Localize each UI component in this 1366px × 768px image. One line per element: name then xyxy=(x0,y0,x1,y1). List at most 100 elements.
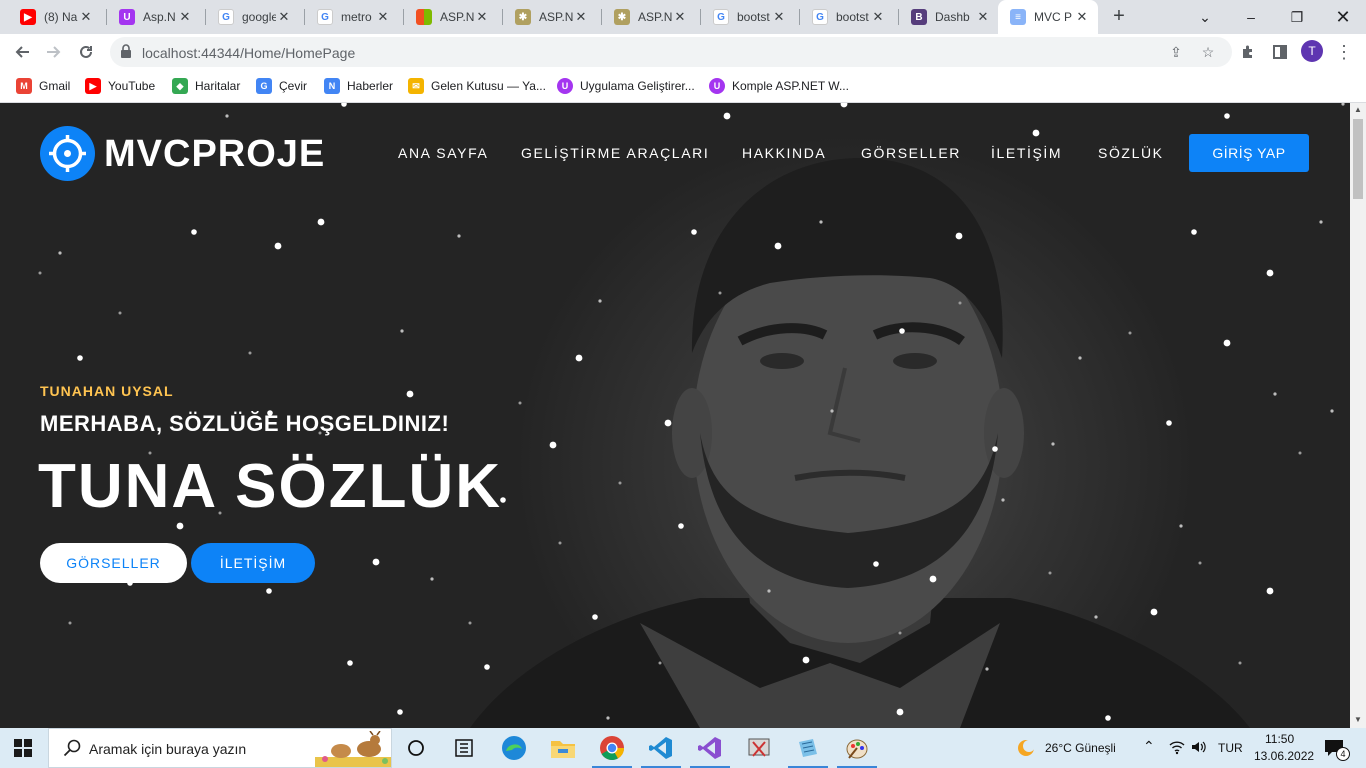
volume-speaker-icon[interactable] xyxy=(1190,739,1206,758)
lock-icon[interactable] xyxy=(120,44,134,60)
task-view-icon[interactable] xyxy=(402,734,430,762)
snow-dot xyxy=(1078,356,1082,360)
snow-dot xyxy=(176,522,184,530)
bookmark-item[interactable]: ✉ Gelen Kutusu — Ya... xyxy=(408,76,546,96)
share-icon[interactable]: ⇪ xyxy=(1166,42,1186,62)
snow-dot xyxy=(774,242,782,250)
site-logo-text[interactable]: MVCPROJE xyxy=(104,133,325,176)
address-bar[interactable]: localhost:44344/Home/HomePage ⇪ ☆ xyxy=(110,37,1232,67)
restore-button[interactable]: ❐ xyxy=(1274,0,1320,34)
paint-icon[interactable] xyxy=(837,734,877,768)
weather-sun-icon[interactable] xyxy=(1012,734,1040,762)
profile-avatar[interactable]: T xyxy=(1301,40,1323,62)
snow-dot xyxy=(191,229,197,235)
url-text[interactable]: localhost:44344/Home/HomePage xyxy=(142,45,355,61)
bookmark-item[interactable]: ◆ Haritalar xyxy=(172,76,240,96)
menu-dots-icon[interactable]: ⋮ xyxy=(1332,40,1356,64)
close-window-button[interactable]: ✕ xyxy=(1320,0,1366,34)
snow-dot xyxy=(1266,587,1274,595)
browser-tab[interactable]: ✱ ASP.N ✕ xyxy=(507,0,597,34)
side-panel-icon[interactable] xyxy=(1268,40,1292,64)
bookmark-item[interactable]: M Gmail xyxy=(16,76,70,96)
tab-close-icon[interactable]: ✕ xyxy=(474,9,490,25)
snow-dot xyxy=(898,631,902,635)
nav-home[interactable]: ANA SAYFA xyxy=(398,145,488,161)
file-explorer-icon[interactable] xyxy=(549,734,577,762)
reload-icon[interactable] xyxy=(74,40,98,64)
browser-tab[interactable]: B Dashb ✕ xyxy=(903,0,999,34)
chrome-icon[interactable] xyxy=(592,734,632,768)
windows-start-icon[interactable] xyxy=(14,739,32,757)
bookmark-item[interactable]: U Komple ASP.NET W... xyxy=(709,76,849,96)
logo-crosshair-icon[interactable] xyxy=(40,126,95,181)
bookmark-item[interactable]: U Uygulama Geliştirer... xyxy=(557,76,695,96)
tray-chevron-up-icon[interactable]: ⌃ xyxy=(1143,738,1155,755)
hero-subtitle: TUNAHAN UYSAL xyxy=(40,383,174,399)
clock-date[interactable]: 13.06.2022 xyxy=(1254,749,1314,763)
browser-tab[interactable]: Gmetro ✕ xyxy=(309,0,399,34)
tab-title: MVC P xyxy=(1034,10,1073,24)
browser-tab[interactable]: Gbootst ✕ xyxy=(804,0,894,34)
tab-close-icon[interactable]: ✕ xyxy=(975,9,991,25)
browser-tab[interactable]: Gbootst ✕ xyxy=(705,0,795,34)
gallery-button[interactable]: GÖRSELLER xyxy=(40,543,187,583)
snow-dot xyxy=(1128,331,1132,335)
snipping-tool-icon[interactable] xyxy=(745,734,773,762)
tab-close-icon[interactable]: ✕ xyxy=(276,9,292,25)
edge-browser-icon[interactable] xyxy=(500,734,528,762)
page-scrollbar[interactable]: ▲ ▼ xyxy=(1350,103,1366,728)
snow-dot xyxy=(575,354,583,362)
tab-title: bootst xyxy=(836,10,869,24)
search-placeholder: Aramak için buraya yazın xyxy=(89,741,247,757)
extensions-puzzle-icon[interactable] xyxy=(1236,40,1260,64)
widgets-icon[interactable] xyxy=(450,734,478,762)
nav-contact[interactable]: İLETİŞİM xyxy=(991,145,1062,161)
browser-tab[interactable]: Ggoogle ✕ xyxy=(210,0,300,34)
browser-tab[interactable]: ASP.N ✕ xyxy=(408,0,498,34)
contact-button[interactable]: İLETİŞİM xyxy=(191,543,315,583)
bookmark-item[interactable]: G Çevir xyxy=(256,76,307,96)
browser-tab[interactable]: ✱ ASP.N ✕ xyxy=(606,0,696,34)
forward-arrow-icon[interactable] xyxy=(42,40,66,64)
bookmark-label: Çevir xyxy=(279,79,308,93)
browser-tab[interactable]: ▶ (8) Na ✕ xyxy=(12,0,102,34)
browser-tab[interactable]: U Asp.N ✕ xyxy=(111,0,201,34)
tab-search-icon[interactable]: ⌄ xyxy=(1182,0,1228,34)
taskbar-search-box[interactable]: Aramak için buraya yazın xyxy=(48,728,392,768)
bookmark-item[interactable]: N Haberler xyxy=(324,76,393,96)
network-wifi-icon[interactable] xyxy=(1169,739,1185,758)
clock-time[interactable]: 11:50 xyxy=(1265,732,1294,746)
scrollbar-thumb[interactable] xyxy=(1353,119,1363,199)
tab-close-icon[interactable]: ✕ xyxy=(78,9,94,25)
bookmark-label: Gmail xyxy=(39,79,71,93)
nav-dev-tools[interactable]: GELİŞTİRME ARAÇLARI xyxy=(521,145,709,161)
tab-close-icon[interactable]: ✕ xyxy=(177,9,193,25)
vscode-icon[interactable] xyxy=(641,734,681,768)
browser-tab[interactable]: ≡ MVC P ✕ xyxy=(998,0,1098,34)
udemy-icon: U xyxy=(557,78,573,94)
tab-close-icon[interactable]: ✕ xyxy=(1074,9,1090,25)
login-button[interactable]: GİRİŞ YAP xyxy=(1189,134,1309,172)
bookmark-item[interactable]: ▶ YouTube xyxy=(85,76,155,96)
tab-close-icon[interactable]: ✕ xyxy=(870,9,886,25)
nav-about[interactable]: HAKKINDA xyxy=(742,145,826,161)
nav-gallery[interactable]: GÖRSELLER xyxy=(861,145,961,161)
scroll-down-icon[interactable]: ▼ xyxy=(1354,715,1362,724)
tab-close-icon[interactable]: ✕ xyxy=(771,9,787,25)
tab-close-icon[interactable]: ✕ xyxy=(672,9,688,25)
new-tab-button[interactable]: + xyxy=(1108,6,1130,28)
site-navbar: MVCPROJE ANA SAYFA GELİŞTİRME ARAÇLARI H… xyxy=(0,103,1350,203)
nav-dictionary[interactable]: SÖZLÜK xyxy=(1098,145,1164,161)
tab-separator xyxy=(106,9,107,25)
input-language[interactable]: TUR xyxy=(1218,741,1243,755)
back-arrow-icon[interactable] xyxy=(10,40,34,64)
minimize-button[interactable]: – xyxy=(1228,0,1274,34)
tab-close-icon[interactable]: ✕ xyxy=(375,9,391,25)
scroll-up-icon[interactable]: ▲ xyxy=(1354,105,1362,114)
bookmark-star-icon[interactable]: ☆ xyxy=(1198,42,1218,62)
tab-close-icon[interactable]: ✕ xyxy=(573,9,589,25)
visual-studio-icon[interactable] xyxy=(690,734,730,768)
weather-text[interactable]: 26°C Güneşli xyxy=(1045,741,1116,755)
notepad-icon[interactable] xyxy=(788,734,828,768)
bookmark-label: Haberler xyxy=(347,79,394,93)
